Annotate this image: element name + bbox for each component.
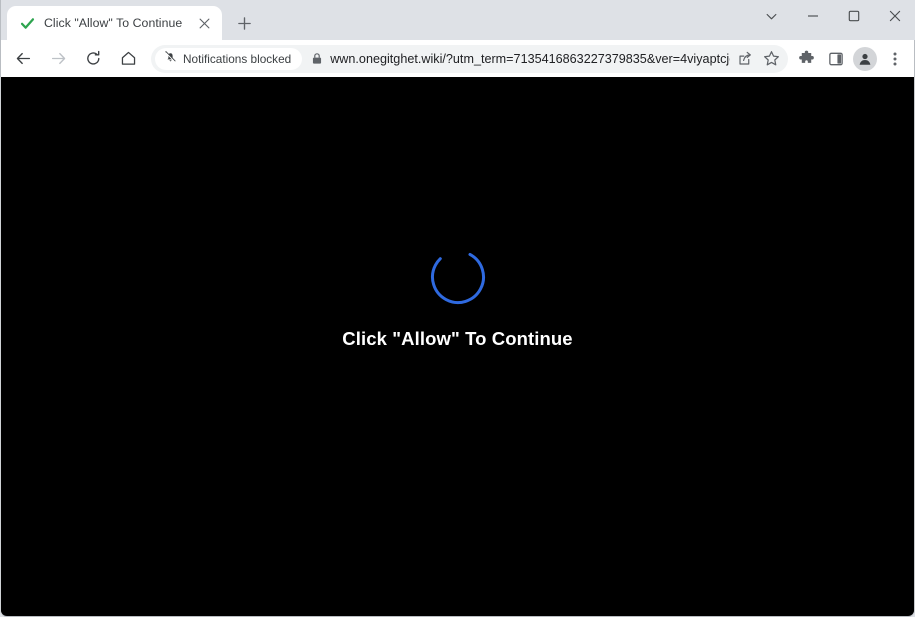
tab-strip: Click "Allow" To Continue <box>0 0 915 40</box>
profile-avatar[interactable] <box>853 46 877 71</box>
page-viewport: Click "Allow" To Continue <box>0 77 915 617</box>
home-button[interactable] <box>114 45 142 73</box>
window-controls <box>751 0 915 32</box>
back-button[interactable] <box>9 45 37 73</box>
browser-tab[interactable]: Click "Allow" To Continue <box>7 6 222 40</box>
new-tab-button[interactable] <box>230 9 258 37</box>
bookmark-star-icon[interactable] <box>758 47 784 71</box>
tab-strip-leading-edge <box>0 0 7 40</box>
lock-icon[interactable] <box>304 52 330 65</box>
maximize-button[interactable] <box>833 0 874 32</box>
forward-button <box>44 45 72 73</box>
toolbar-actions <box>792 45 909 73</box>
notifications-blocked-chip[interactable]: Notifications blocked <box>155 47 303 70</box>
omnibox-actions <box>732 47 784 71</box>
loader-block: Click "Allow" To Continue <box>1 249 914 350</box>
notifications-blocked-label: Notifications blocked <box>183 51 292 66</box>
url-text[interactable]: wwn.onegitghet.wiki/?utm_term=7135416863… <box>330 52 730 66</box>
page-content: Click "Allow" To Continue <box>1 77 914 615</box>
page-heading: Click "Allow" To Continue <box>342 328 573 349</box>
browser-toolbar: Notifications blocked wwn.onegitghet.wik… <box>0 40 915 77</box>
address-bar[interactable]: Notifications blocked wwn.onegitghet.wik… <box>151 44 788 73</box>
close-window-button[interactable] <box>874 0 915 32</box>
reload-button[interactable] <box>79 45 107 73</box>
three-dot-menu-icon[interactable] <box>880 45 909 73</box>
extensions-puzzle-icon[interactable] <box>792 45 821 73</box>
bell-slash-icon <box>164 50 177 68</box>
share-icon[interactable] <box>732 47 758 71</box>
side-panel-icon[interactable] <box>821 45 850 73</box>
tab-close-icon[interactable] <box>194 13 214 33</box>
loading-spinner-icon <box>430 249 486 305</box>
tab-title: Click "Allow" To Continue <box>44 16 183 30</box>
green-check-icon <box>19 15 35 31</box>
minimize-button[interactable] <box>792 0 833 32</box>
browser-window: Click "Allow" To Continue Notifications … <box>0 0 915 617</box>
tab-search-button[interactable] <box>751 0 792 32</box>
